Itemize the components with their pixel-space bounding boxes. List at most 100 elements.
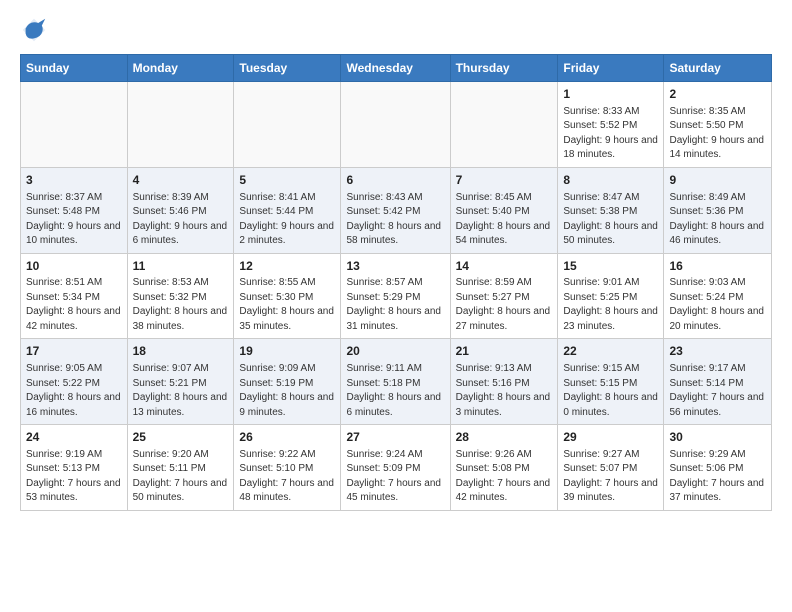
calendar-cell: 30 Sunrise: 9:29 AM Sunset: 5:06 PM Dayli… xyxy=(664,425,772,511)
day-info: Sunrise: 9:01 AM Sunset: 5:25 PM Dayligh… xyxy=(563,276,658,334)
day-info: Sunrise: 8:53 AM Sunset: 5:32 PM Dayligh… xyxy=(133,276,229,334)
day-info: Sunrise: 9:13 AM Sunset: 5:16 PM Dayligh… xyxy=(456,362,553,420)
day-info: Sunrise: 8:45 AM Sunset: 5:40 PM Dayligh… xyxy=(456,191,553,249)
day-info: Sunrise: 9:03 AM Sunset: 5:24 PM Dayligh… xyxy=(669,276,766,334)
calendar-cell: 10Sunrise: 8:51 AM Sunset: 5:34 PM Dayli… xyxy=(21,253,128,339)
day-number: 24 xyxy=(26,429,122,446)
day-number: 17 xyxy=(26,343,122,360)
day-info: Sunrise: 9:24 AM Sunset: 5:09 PM Dayligh… xyxy=(346,448,444,506)
calendar-cell: 29 Sunrise: 9:27 AM Sunset: 5:07 PM Dayli… xyxy=(558,425,664,511)
day-number: 19 xyxy=(239,343,335,360)
weekday-header-row: SundayMondayTuesdayWednesdayThursdayFrid… xyxy=(21,55,772,82)
calendar-cell: 1Sunrise: 8:33 AM Sunset: 5:52 PM Daylig… xyxy=(558,82,664,168)
day-number: 18 xyxy=(133,343,229,360)
week-row-1: 1Sunrise: 8:33 AM Sunset: 5:52 PM Daylig… xyxy=(21,82,772,168)
day-number: 20 xyxy=(346,343,444,360)
day-number: 4 xyxy=(133,172,229,189)
calendar-cell: 19 Sunrise: 9:09 AM Sunset: 5:19 PM Dayli… xyxy=(234,339,341,425)
day-info: Sunrise: 8:59 AM Sunset: 5:27 PM Dayligh… xyxy=(456,276,553,334)
day-number: 5 xyxy=(239,172,335,189)
calendar-cell: 14Sunrise: 8:59 AM Sunset: 5:27 PM Dayli… xyxy=(450,253,558,339)
calendar-cell: 5 Sunrise: 8:41 AM Sunset: 5:44 PM Daylig… xyxy=(234,167,341,253)
calendar-cell: 21 Sunrise: 9:13 AM Sunset: 5:16 PM Dayli… xyxy=(450,339,558,425)
logo-icon xyxy=(20,16,48,44)
calendar-cell: 20Sunrise: 9:11 AM Sunset: 5:18 PM Dayli… xyxy=(341,339,450,425)
day-info: Sunrise: 8:47 AM Sunset: 5:38 PM Dayligh… xyxy=(563,191,658,249)
calendar-cell: 25Sunrise: 9:20 AM Sunset: 5:11 PM Dayli… xyxy=(127,425,234,511)
page: SundayMondayTuesdayWednesdayThursdayFrid… xyxy=(0,0,792,521)
calendar-cell: 13Sunrise: 8:57 AM Sunset: 5:29 PM Dayli… xyxy=(341,253,450,339)
weekday-header-tuesday: Tuesday xyxy=(234,55,341,82)
day-number: 12 xyxy=(239,258,335,275)
day-info: Sunrise: 8:43 AM Sunset: 5:42 PM Dayligh… xyxy=(346,191,444,249)
weekday-header-sunday: Sunday xyxy=(21,55,128,82)
calendar-cell: 28 Sunrise: 9:26 AM Sunset: 5:08 PM Dayli… xyxy=(450,425,558,511)
day-number: 11 xyxy=(133,258,229,275)
day-info: Sunrise: 9:27 AM Sunset: 5:07 PM Dayligh… xyxy=(563,448,658,506)
calendar-cell xyxy=(450,82,558,168)
calendar-cell: 2 Sunrise: 8:35 AM Sunset: 5:50 PM Daylig… xyxy=(664,82,772,168)
day-number: 2 xyxy=(669,86,766,103)
day-number: 1 xyxy=(563,86,658,103)
day-info: Sunrise: 8:51 AM Sunset: 5:34 PM Dayligh… xyxy=(26,276,122,334)
day-info: Sunrise: 9:15 AM Sunset: 5:15 PM Dayligh… xyxy=(563,362,658,420)
day-number: 15 xyxy=(563,258,658,275)
day-info: Sunrise: 9:20 AM Sunset: 5:11 PM Dayligh… xyxy=(133,448,229,506)
calendar-cell xyxy=(341,82,450,168)
day-info: Sunrise: 9:22 AM Sunset: 5:10 PM Dayligh… xyxy=(239,448,335,506)
calendar-cell: 9 Sunrise: 8:49 AM Sunset: 5:36 PM Daylig… xyxy=(664,167,772,253)
calendar-cell: 7 Sunrise: 8:45 AM Sunset: 5:40 PM Daylig… xyxy=(450,167,558,253)
day-info: Sunrise: 8:55 AM Sunset: 5:30 PM Dayligh… xyxy=(239,276,335,334)
calendar-cell xyxy=(21,82,128,168)
week-row-3: 10Sunrise: 8:51 AM Sunset: 5:34 PM Dayli… xyxy=(21,253,772,339)
day-number: 23 xyxy=(669,343,766,360)
day-number: 8 xyxy=(563,172,658,189)
day-info: Sunrise: 9:29 AM Sunset: 5:06 PM Dayligh… xyxy=(669,448,766,506)
day-number: 7 xyxy=(456,172,553,189)
day-info: Sunrise: 8:35 AM Sunset: 5:50 PM Dayligh… xyxy=(669,105,766,163)
calendar-cell: 15Sunrise: 9:01 AM Sunset: 5:25 PM Dayli… xyxy=(558,253,664,339)
day-info: Sunrise: 8:39 AM Sunset: 5:46 PM Dayligh… xyxy=(133,191,229,249)
weekday-header-wednesday: Wednesday xyxy=(341,55,450,82)
calendar-cell: 23 Sunrise: 9:17 AM Sunset: 5:14 PM Dayli… xyxy=(664,339,772,425)
calendar-cell: 17 Sunrise: 9:05 AM Sunset: 5:22 PM Dayli… xyxy=(21,339,128,425)
day-info: Sunrise: 9:07 AM Sunset: 5:21 PM Dayligh… xyxy=(133,362,229,420)
day-number: 26 xyxy=(239,429,335,446)
day-info: Sunrise: 9:17 AM Sunset: 5:14 PM Dayligh… xyxy=(669,362,766,420)
day-info: Sunrise: 9:26 AM Sunset: 5:08 PM Dayligh… xyxy=(456,448,553,506)
calendar-cell: 24 Sunrise: 9:19 AM Sunset: 5:13 PM Dayli… xyxy=(21,425,128,511)
day-number: 22 xyxy=(563,343,658,360)
day-number: 13 xyxy=(346,258,444,275)
calendar-cell xyxy=(234,82,341,168)
week-row-2: 3Sunrise: 8:37 AM Sunset: 5:48 PM Daylig… xyxy=(21,167,772,253)
day-info: Sunrise: 8:49 AM Sunset: 5:36 PM Dayligh… xyxy=(669,191,766,249)
calendar-cell: 8 Sunrise: 8:47 AM Sunset: 5:38 PM Daylig… xyxy=(558,167,664,253)
header xyxy=(20,16,772,44)
calendar-cell: 18 Sunrise: 9:07 AM Sunset: 5:21 PM Dayli… xyxy=(127,339,234,425)
day-info: Sunrise: 9:19 AM Sunset: 5:13 PM Dayligh… xyxy=(26,448,122,506)
day-number: 14 xyxy=(456,258,553,275)
day-number: 6 xyxy=(346,172,444,189)
logo xyxy=(20,16,52,44)
day-number: 10 xyxy=(26,258,122,275)
day-number: 30 xyxy=(669,429,766,446)
day-number: 21 xyxy=(456,343,553,360)
weekday-header-thursday: Thursday xyxy=(450,55,558,82)
day-info: Sunrise: 9:05 AM Sunset: 5:22 PM Dayligh… xyxy=(26,362,122,420)
day-number: 3 xyxy=(26,172,122,189)
day-number: 9 xyxy=(669,172,766,189)
day-number: 28 xyxy=(456,429,553,446)
day-info: Sunrise: 8:57 AM Sunset: 5:29 PM Dayligh… xyxy=(346,276,444,334)
day-number: 29 xyxy=(563,429,658,446)
week-row-5: 24 Sunrise: 9:19 AM Sunset: 5:13 PM Dayli… xyxy=(21,425,772,511)
weekday-header-saturday: Saturday xyxy=(664,55,772,82)
calendar-cell: 4 Sunrise: 8:39 AM Sunset: 5:46 PM Daylig… xyxy=(127,167,234,253)
calendar-cell: 16Sunrise: 9:03 AM Sunset: 5:24 PM Dayli… xyxy=(664,253,772,339)
calendar-cell: 12Sunrise: 8:55 AM Sunset: 5:30 PM Dayli… xyxy=(234,253,341,339)
calendar: SundayMondayTuesdayWednesdayThursdayFrid… xyxy=(20,54,772,511)
calendar-cell: 6 Sunrise: 8:43 AM Sunset: 5:42 PM Daylig… xyxy=(341,167,450,253)
weekday-header-monday: Monday xyxy=(127,55,234,82)
weekday-header-friday: Friday xyxy=(558,55,664,82)
day-info: Sunrise: 9:09 AM Sunset: 5:19 PM Dayligh… xyxy=(239,362,335,420)
day-info: Sunrise: 8:41 AM Sunset: 5:44 PM Dayligh… xyxy=(239,191,335,249)
